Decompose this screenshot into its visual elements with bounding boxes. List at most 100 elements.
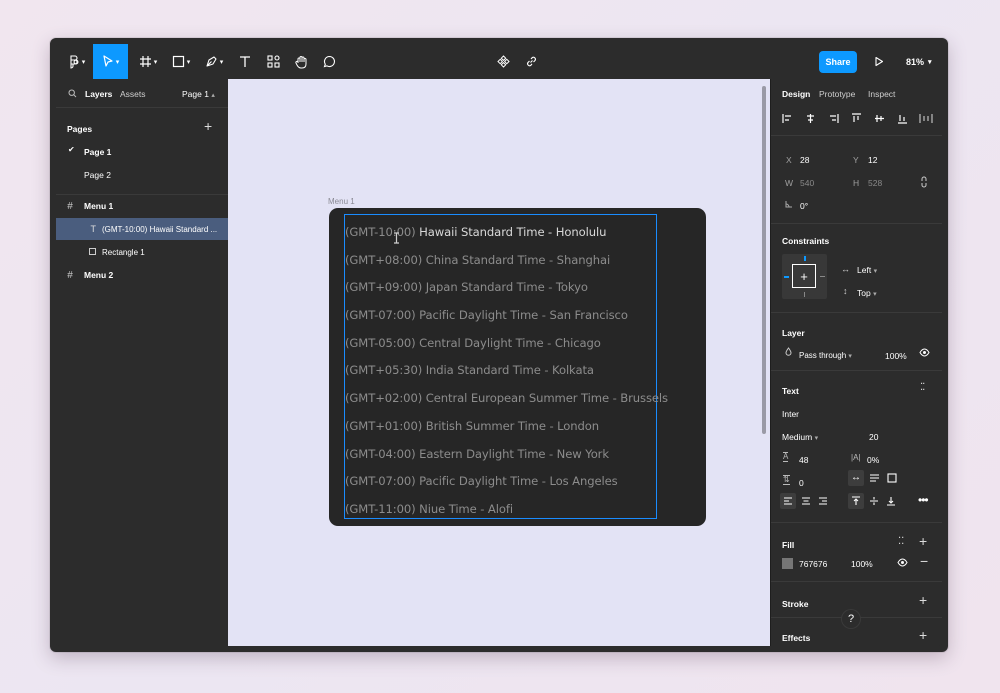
- canvas-scrollbar[interactable]: [762, 86, 766, 434]
- figma-logo-icon: [70, 54, 79, 69]
- h-label: H: [853, 178, 860, 188]
- divider: [771, 312, 942, 313]
- timezone-item[interactable]: (GMT+09:00) Japan Standard Time - Tokyo: [345, 274, 668, 302]
- text-align-right-icon[interactable]: [818, 496, 828, 506]
- checkmark-icon: ✔: [68, 145, 75, 154]
- line-height-input[interactable]: 48: [799, 455, 808, 465]
- align-text-middle-icon[interactable]: [869, 496, 879, 506]
- move-tool-button[interactable]: ▾: [93, 44, 128, 79]
- text-tool-button[interactable]: [234, 44, 256, 79]
- page-selector[interactable]: Page 1 ▴: [182, 89, 215, 99]
- timezone-item[interactable]: (GMT+02:00) Central European Summer Time…: [345, 385, 668, 413]
- y-input[interactable]: 12: [868, 155, 877, 165]
- layer-row-menu-2[interactable]: # Menu 2: [56, 264, 228, 286]
- add-page-icon[interactable]: +: [204, 118, 212, 134]
- text-align-center-icon[interactable]: [801, 496, 811, 506]
- align-text-bottom-icon[interactable]: [886, 496, 896, 506]
- x-input[interactable]: 28: [800, 155, 809, 165]
- distribute-icon[interactable]: [919, 113, 933, 124]
- constraints-widget[interactable]: +: [782, 254, 827, 299]
- tab-prototype[interactable]: Prototype: [819, 89, 855, 99]
- comment-icon: [323, 55, 335, 68]
- link-icon: [526, 56, 536, 67]
- auto-height-icon[interactable]: [869, 473, 880, 483]
- frame-tool-button[interactable]: ▾: [133, 44, 163, 79]
- add-effect-icon[interactable]: +: [919, 627, 927, 643]
- tab-design[interactable]: Design: [782, 89, 810, 99]
- zoom-dropdown[interactable]: 81% ▾: [906, 44, 932, 79]
- tab-layers[interactable]: Layers: [85, 89, 112, 99]
- share-button[interactable]: Share: [819, 51, 857, 73]
- layer-opacity-input[interactable]: 100%: [885, 351, 907, 361]
- search-icon[interactable]: [68, 89, 77, 98]
- timezone-item[interactable]: (GMT-11:00) Niue Time - Alofi: [345, 496, 668, 524]
- font-size-input[interactable]: 20: [869, 432, 878, 442]
- layer-name: Menu 1: [84, 201, 114, 211]
- constrain-proportions-icon[interactable]: [921, 176, 927, 188]
- vertical-constraint-dropdown[interactable]: Top ▾: [857, 288, 877, 298]
- timezone-item[interactable]: (GMT-05:00) Central Daylight Time - Chic…: [345, 330, 668, 358]
- chevron-down-icon: ▾: [848, 353, 852, 360]
- timezone-item[interactable]: (GMT-07:00) Pacific Daylight Time - San …: [345, 302, 668, 330]
- timezone-item[interactable]: (GMT-07:00) Pacific Daylight Time - Los …: [345, 468, 668, 496]
- main-menu-button[interactable]: ▾: [62, 44, 92, 79]
- paragraph-spacing-input[interactable]: 0: [799, 478, 804, 488]
- align-left-icon[interactable]: [782, 113, 793, 124]
- text-align-left-button[interactable]: [780, 493, 796, 509]
- font-family-dropdown[interactable]: Inter: [782, 409, 799, 419]
- line-height-icon: A: [783, 452, 789, 462]
- add-fill-icon[interactable]: +: [919, 533, 927, 549]
- tab-assets[interactable]: Assets: [120, 89, 146, 99]
- help-button[interactable]: ?: [842, 610, 860, 628]
- eye-icon[interactable]: [919, 348, 930, 357]
- page-item-page-2[interactable]: Page 2: [84, 170, 111, 180]
- align-top-icon[interactable]: [851, 113, 862, 124]
- chevron-up-icon: ▴: [211, 92, 215, 99]
- align-text-top-button[interactable]: [848, 493, 864, 509]
- align-vertical-center-icon[interactable]: [874, 113, 885, 124]
- font-weight-dropdown[interactable]: Medium ▾: [782, 432, 818, 442]
- timezone-item[interactable]: (GMT+05:30) India Standard Time - Kolkat…: [345, 357, 668, 385]
- page-item-page-1[interactable]: Page 1: [84, 147, 111, 157]
- blend-mode-icon: [785, 347, 792, 356]
- align-horizontal-center-icon[interactable]: [805, 113, 816, 124]
- layer-row-text[interactable]: T (GMT-10:00) Hawaii Standard ...: [56, 218, 228, 240]
- frame-label[interactable]: Menu 1: [328, 197, 355, 206]
- blend-mode-dropdown[interactable]: Pass through ▾: [799, 351, 852, 360]
- auto-width-button[interactable]: ↔: [848, 470, 864, 486]
- fill-color-swatch[interactable]: [782, 558, 793, 569]
- horizontal-constraint-dropdown[interactable]: Left ▾: [857, 265, 877, 275]
- hand-tool-button[interactable]: [290, 44, 312, 79]
- layer-row-rectangle[interactable]: Rectangle 1: [56, 241, 228, 263]
- fill-styles-icon[interactable]: ⁚⁚: [898, 536, 904, 547]
- timezone-item[interactable]: (GMT-04:00) Eastern Daylight Time - New …: [345, 441, 668, 469]
- chevron-down-icon: ▾: [873, 291, 877, 298]
- fixed-size-icon[interactable]: [887, 473, 897, 483]
- letter-spacing-input[interactable]: 0%: [867, 455, 879, 465]
- timezone-item[interactable]: (GMT+08:00) China Standard Time - Shangh…: [345, 247, 668, 275]
- remove-fill-icon[interactable]: −: [920, 553, 928, 569]
- timezone-list[interactable]: (GMT-10:00) Hawaii Standard Time - Honol…: [345, 219, 668, 524]
- height-input[interactable]: 528: [868, 178, 882, 188]
- fill-hex-input[interactable]: 767676: [799, 559, 827, 569]
- rotation-input[interactable]: 0°: [800, 201, 808, 211]
- figma-editor: ▾ ▾ ▾ ▾ ▾ Share 81% ▾ Layers Assets Page…: [56, 44, 942, 646]
- present-button[interactable]: [868, 44, 890, 79]
- timezone-item[interactable]: (GMT+01:00) British Summer Time - London: [345, 413, 668, 441]
- text-styles-icon[interactable]: ⁚⁚: [920, 382, 925, 393]
- component-button[interactable]: [492, 44, 514, 79]
- add-stroke-icon[interactable]: +: [919, 592, 927, 608]
- comment-tool-button[interactable]: [318, 44, 340, 79]
- align-bottom-icon[interactable]: [897, 113, 908, 124]
- link-button[interactable]: [520, 44, 542, 79]
- resources-button[interactable]: [262, 44, 284, 79]
- pen-tool-button[interactable]: ▾: [199, 44, 229, 79]
- layer-row-menu-1[interactable]: # Menu 1: [56, 195, 228, 217]
- fill-opacity-input[interactable]: 100%: [851, 559, 873, 569]
- fill-visibility-eye-icon[interactable]: [897, 558, 908, 567]
- shape-tool-button[interactable]: ▾: [166, 44, 196, 79]
- more-options-icon[interactable]: •••: [918, 493, 929, 507]
- tab-inspect[interactable]: Inspect: [868, 89, 895, 99]
- width-input[interactable]: 540: [800, 178, 814, 188]
- align-right-icon[interactable]: [828, 113, 839, 124]
